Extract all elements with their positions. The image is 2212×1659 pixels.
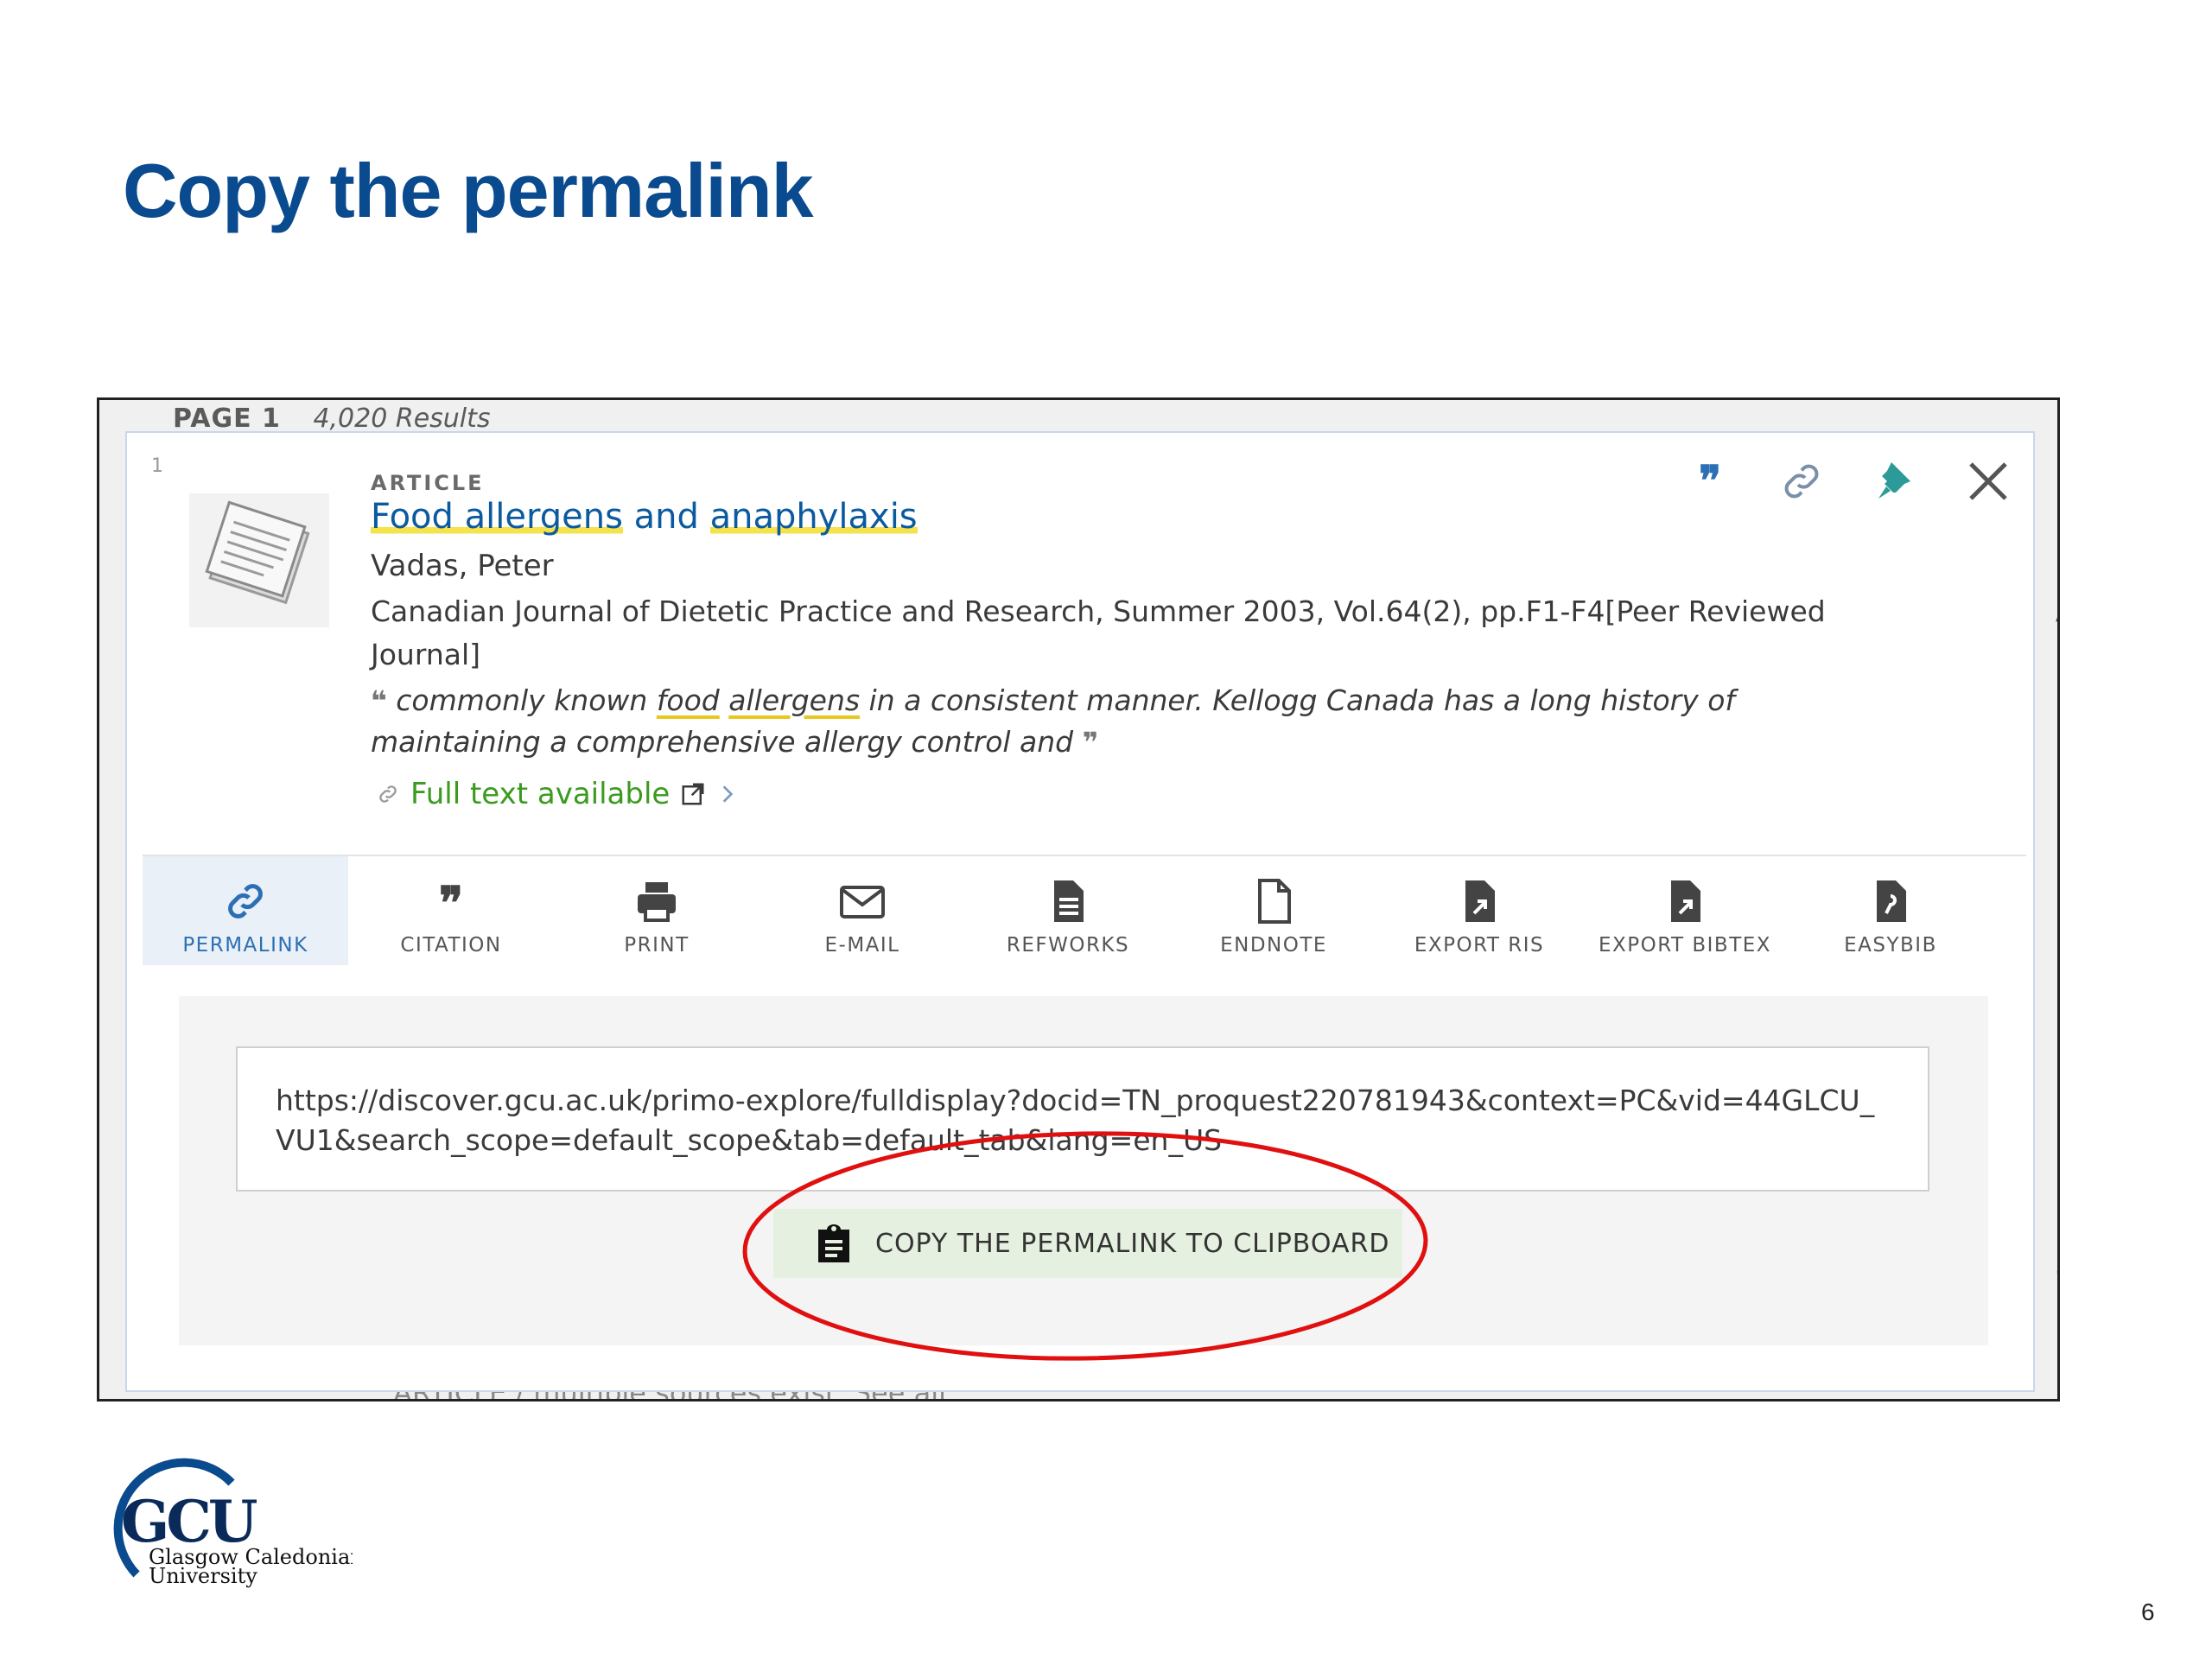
easybib-document-icon — [1877, 880, 1906, 922]
action-label: EXPORT BIBTEX — [1598, 934, 1772, 957]
svg-text:❞: ❞ — [1699, 457, 1721, 505]
article-thumbnail[interactable] — [189, 493, 329, 627]
printer-icon — [638, 882, 676, 922]
action-label: E-MAIL — [824, 934, 900, 957]
side-letter: C — [2056, 1255, 2057, 1291]
permalink-panel: https://discover.gcu.ac.uk/primo-explore… — [179, 996, 1988, 1345]
svg-text:❞: ❞ — [439, 877, 463, 927]
record-snippet: ❝ commonly known food allergens in a con… — [371, 680, 1891, 763]
result-card: 1 ARTICLE Food allergens and anaphylaxis… — [125, 431, 2035, 1392]
side-letter: S — [2056, 480, 2057, 515]
side-letter: A — [2056, 594, 2057, 629]
quote-icon: ❞ — [439, 877, 463, 930]
action-label: PERMALINK — [182, 934, 308, 957]
action-label: ENDNOTE — [1220, 934, 1327, 957]
copy-permalink-button[interactable]: COPY THE PERMALINK TO CLIPBOARD — [773, 1209, 1402, 1278]
title-highlight: Food allergens — [371, 497, 623, 537]
record-title[interactable]: Food allergens and anaphylaxis — [371, 497, 918, 537]
slide-title: Copy the permalink — [123, 148, 814, 233]
permalink-url-field[interactable]: https://discover.gcu.ac.uk/primo-explore… — [236, 1046, 1929, 1192]
link-icon — [228, 884, 263, 918]
gcu-logo-mark: GCU Glasgow Caledonian University — [113, 1458, 364, 1588]
copy-permalink-label: COPY THE PERMALINK TO CLIPBOARD — [875, 1228, 1390, 1259]
link-icon — [379, 785, 397, 803]
quote-icon[interactable]: ❞ — [1684, 455, 1736, 507]
pin-icon[interactable] — [1871, 455, 1923, 507]
action-label: EXPORT RIS — [1414, 934, 1545, 957]
action-print[interactable]: PRINT — [554, 856, 760, 965]
export-document-icon — [1671, 880, 1700, 922]
action-easybib[interactable]: EASYBIB — [1788, 856, 1993, 965]
close-icon[interactable] — [1962, 455, 2014, 507]
action-email[interactable]: E-MAIL — [760, 856, 965, 965]
page-number: 6 — [2141, 1599, 2155, 1625]
action-export-bibtex[interactable]: EXPORT BIBTEX — [1582, 856, 1788, 965]
open-quote-icon: ❝ — [371, 684, 387, 717]
action-label: EASYBIB — [1844, 934, 1937, 957]
screenshot-frame: PAGE 1 4,020 Results S A F C ARTICLE / m… — [97, 397, 2060, 1402]
envelope-icon — [840, 886, 885, 918]
gcu-logo: GCU Glasgow Caledonian University — [102, 1453, 364, 1595]
side-letter: F — [2056, 808, 2057, 843]
full-text-label: Full text available — [410, 777, 671, 811]
result-index: 1 — [151, 455, 163, 477]
title-highlight: anaphylaxis — [709, 497, 918, 537]
snippet-highlight: food — [656, 683, 720, 717]
snippet-text: commonly known — [396, 683, 657, 717]
page-label: PAGE 1 — [173, 404, 281, 434]
logo-subtitle: University — [149, 1564, 257, 1588]
action-endnote[interactable]: ENDNOTE — [1171, 856, 1376, 965]
clipboard-icon — [818, 1224, 849, 1262]
close-quote-icon: ❞ — [1082, 726, 1099, 759]
action-label: CITATION — [400, 934, 502, 957]
action-label: PRINT — [624, 934, 690, 957]
record-type: ARTICLE — [371, 471, 485, 495]
action-permalink[interactable]: PERMALINK — [143, 856, 348, 965]
document-icon — [1054, 880, 1084, 922]
action-export-ris[interactable]: EXPORT RIS — [1376, 856, 1582, 965]
export-document-icon — [1465, 880, 1495, 922]
results-count: 4,020 Results — [313, 404, 491, 434]
external-link-icon — [682, 783, 704, 805]
article-icon — [205, 500, 310, 605]
action-label: REFWORKS — [1006, 934, 1130, 957]
results-bar: PAGE 1 4,020 Results — [173, 404, 491, 434]
chevron-right-icon — [723, 785, 734, 803]
title-text: and — [622, 497, 710, 537]
full-text-link[interactable]: Full text available — [376, 777, 739, 811]
action-citation[interactable]: ❞ CITATION — [348, 856, 554, 965]
link-icon[interactable] — [1776, 455, 1827, 507]
blank-document-icon — [1258, 879, 1291, 924]
send-to-actions: PERMALINK ❞ CITATION PRINT E-MAIL REFWOR… — [143, 855, 2026, 969]
record-source: Canadian Journal of Dietetic Practice an… — [371, 594, 1826, 671]
snippet-highlight: allergens — [728, 683, 861, 717]
record-author: Vadas, Peter — [371, 549, 554, 583]
action-refworks[interactable]: REFWORKS — [965, 856, 1171, 965]
